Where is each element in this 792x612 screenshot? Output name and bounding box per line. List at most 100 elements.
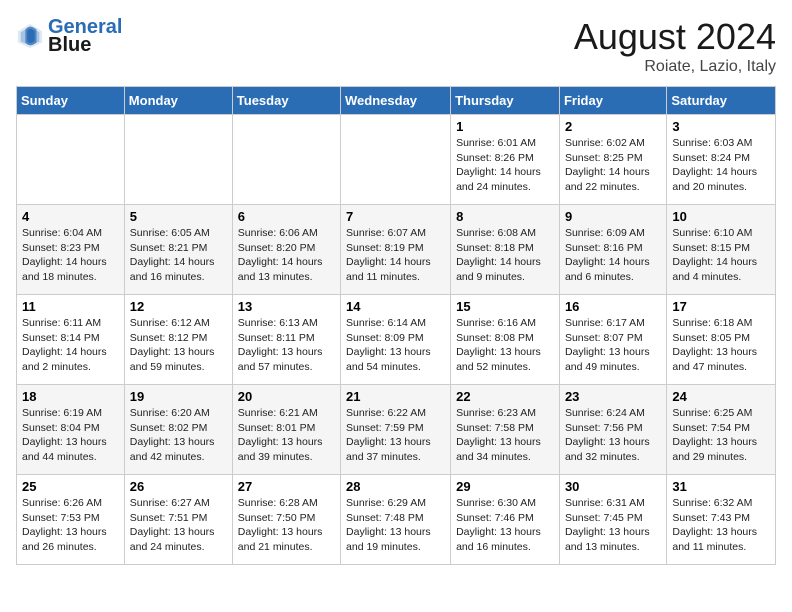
day-number: 15	[456, 299, 554, 314]
calendar-week: 11Sunrise: 6:11 AM Sunset: 8:14 PM Dayli…	[17, 295, 776, 385]
calendar-week: 1Sunrise: 6:01 AM Sunset: 8:26 PM Daylig…	[17, 115, 776, 205]
day-info: Sunrise: 6:27 AM Sunset: 7:51 PM Dayligh…	[130, 496, 227, 555]
day-info: Sunrise: 6:17 AM Sunset: 8:07 PM Dayligh…	[565, 316, 661, 375]
calendar-cell: 20 Sunrise: 6:21 AM Sunset: 8:01 PM Dayli…	[232, 385, 340, 475]
day-info: Sunrise: 6:07 AM Sunset: 8:19 PM Dayligh…	[346, 226, 445, 285]
day-info: Sunrise: 6:21 AM Sunset: 8:01 PM Dayligh…	[238, 406, 335, 465]
day-info: Sunrise: 6:09 AM Sunset: 8:16 PM Dayligh…	[565, 226, 661, 285]
day-number: 10	[672, 209, 770, 224]
day-number: 24	[672, 389, 770, 404]
calendar-cell: 21Sunrise: 6:22 AM Sunset: 7:59 PM Dayli…	[341, 385, 451, 475]
calendar-cell: 14 Sunrise: 6:14 AM Sunset: 8:09 PM Dayli…	[341, 295, 451, 385]
calendar-cell	[341, 115, 451, 205]
calendar-cell: 28 Sunrise: 6:29 AM Sunset: 7:48 PM Dayli…	[341, 475, 451, 565]
day-info: Sunrise: 6:28 AM Sunset: 7:50 PM Dayligh…	[238, 496, 335, 555]
day-info: Sunrise: 6:25 AM Sunset: 7:54 PM Dayligh…	[672, 406, 770, 465]
calendar-subtitle: Roiate, Lazio, Italy	[574, 58, 776, 76]
day-number: 7	[346, 209, 445, 224]
day-info: Sunrise: 6:04 AM Sunset: 8:23 PM Dayligh…	[22, 226, 119, 285]
day-info: Sunrise: 6:31 AM Sunset: 7:45 PM Dayligh…	[565, 496, 661, 555]
title-block: August 2024 Roiate, Lazio, Italy	[574, 16, 776, 76]
day-info: Sunrise: 6:23 AM Sunset: 7:58 PM Dayligh…	[456, 406, 554, 465]
calendar-cell: 17Sunrise: 6:18 AM Sunset: 8:05 PM Dayli…	[667, 295, 776, 385]
calendar-body: 1Sunrise: 6:01 AM Sunset: 8:26 PM Daylig…	[17, 115, 776, 565]
calendar-cell	[17, 115, 125, 205]
day-info: Sunrise: 6:03 AM Sunset: 8:24 PM Dayligh…	[672, 136, 770, 195]
day-info: Sunrise: 6:12 AM Sunset: 8:12 PM Dayligh…	[130, 316, 227, 375]
day-number: 31	[672, 479, 770, 494]
calendar-cell: 22 Sunrise: 6:23 AM Sunset: 7:58 PM Dayli…	[451, 385, 560, 475]
calendar-cell: 15 Sunrise: 6:16 AM Sunset: 8:08 PM Dayli…	[451, 295, 560, 385]
calendar-cell: 23 Sunrise: 6:24 AM Sunset: 7:56 PM Dayli…	[559, 385, 666, 475]
calendar-cell: 18 Sunrise: 6:19 AM Sunset: 8:04 PM Dayli…	[17, 385, 125, 475]
calendar-cell: 24 Sunrise: 6:25 AM Sunset: 7:54 PM Dayli…	[667, 385, 776, 475]
calendar-cell: 3Sunrise: 6:03 AM Sunset: 8:24 PM Daylig…	[667, 115, 776, 205]
day-number: 12	[130, 299, 227, 314]
calendar-cell: 12 Sunrise: 6:12 AM Sunset: 8:12 PM Dayli…	[124, 295, 232, 385]
day-info: Sunrise: 6:14 AM Sunset: 8:09 PM Dayligh…	[346, 316, 445, 375]
weekday-header: Wednesday	[341, 87, 451, 115]
weekday-header: Thursday	[451, 87, 560, 115]
day-info: Sunrise: 6:16 AM Sunset: 8:08 PM Dayligh…	[456, 316, 554, 375]
day-number: 6	[238, 209, 335, 224]
day-info: Sunrise: 6:32 AM Sunset: 7:43 PM Dayligh…	[672, 496, 770, 555]
day-info: Sunrise: 6:10 AM Sunset: 8:15 PM Dayligh…	[672, 226, 770, 285]
day-info: Sunrise: 6:08 AM Sunset: 8:18 PM Dayligh…	[456, 226, 554, 285]
calendar-table: SundayMondayTuesdayWednesdayThursdayFrid…	[16, 86, 776, 565]
calendar-cell: 25Sunrise: 6:26 AM Sunset: 7:53 PM Dayli…	[17, 475, 125, 565]
calendar-cell	[124, 115, 232, 205]
calendar-cell: 31 Sunrise: 6:32 AM Sunset: 7:43 PM Dayli…	[667, 475, 776, 565]
day-number: 27	[238, 479, 335, 494]
day-number: 23	[565, 389, 661, 404]
day-info: Sunrise: 6:29 AM Sunset: 7:48 PM Dayligh…	[346, 496, 445, 555]
day-info: Sunrise: 6:19 AM Sunset: 8:04 PM Dayligh…	[22, 406, 119, 465]
calendar-header: SundayMondayTuesdayWednesdayThursdayFrid…	[17, 87, 776, 115]
calendar-cell: 10 Sunrise: 6:10 AM Sunset: 8:15 PM Dayli…	[667, 205, 776, 295]
calendar-week: 25Sunrise: 6:26 AM Sunset: 7:53 PM Dayli…	[17, 475, 776, 565]
day-number: 21	[346, 389, 445, 404]
day-number: 8	[456, 209, 554, 224]
day-number: 19	[130, 389, 227, 404]
day-info: Sunrise: 6:13 AM Sunset: 8:11 PM Dayligh…	[238, 316, 335, 375]
calendar-cell: 26 Sunrise: 6:27 AM Sunset: 7:51 PM Dayli…	[124, 475, 232, 565]
day-number: 26	[130, 479, 227, 494]
day-number: 18	[22, 389, 119, 404]
calendar-cell: 19 Sunrise: 6:20 AM Sunset: 8:02 PM Dayli…	[124, 385, 232, 475]
day-info: Sunrise: 6:01 AM Sunset: 8:26 PM Dayligh…	[456, 136, 554, 195]
page-header: General Blue August 2024 Roiate, Lazio, …	[16, 16, 776, 76]
day-info: Sunrise: 6:11 AM Sunset: 8:14 PM Dayligh…	[22, 316, 119, 375]
calendar-cell: 13Sunrise: 6:13 AM Sunset: 8:11 PM Dayli…	[232, 295, 340, 385]
calendar-cell	[232, 115, 340, 205]
weekday-header: Saturday	[667, 87, 776, 115]
day-info: Sunrise: 6:20 AM Sunset: 8:02 PM Dayligh…	[130, 406, 227, 465]
day-number: 9	[565, 209, 661, 224]
day-number: 2	[565, 119, 661, 134]
header-row: SundayMondayTuesdayWednesdayThursdayFrid…	[17, 87, 776, 115]
day-number: 14	[346, 299, 445, 314]
calendar-cell: 7 Sunrise: 6:07 AM Sunset: 8:19 PM Daylig…	[341, 205, 451, 295]
day-number: 4	[22, 209, 119, 224]
logo-icon	[16, 22, 44, 50]
calendar-title: August 2024	[574, 16, 776, 58]
calendar-cell: 29Sunrise: 6:30 AM Sunset: 7:46 PM Dayli…	[451, 475, 560, 565]
day-info: Sunrise: 6:24 AM Sunset: 7:56 PM Dayligh…	[565, 406, 661, 465]
day-number: 22	[456, 389, 554, 404]
calendar-cell: 16 Sunrise: 6:17 AM Sunset: 8:07 PM Dayli…	[559, 295, 666, 385]
day-number: 16	[565, 299, 661, 314]
day-info: Sunrise: 6:30 AM Sunset: 7:46 PM Dayligh…	[456, 496, 554, 555]
day-number: 25	[22, 479, 119, 494]
calendar-cell: 27 Sunrise: 6:28 AM Sunset: 7:50 PM Dayli…	[232, 475, 340, 565]
weekday-header: Monday	[124, 87, 232, 115]
day-number: 20	[238, 389, 335, 404]
calendar-cell: 4 Sunrise: 6:04 AM Sunset: 8:23 PM Daylig…	[17, 205, 125, 295]
calendar-cell: 30Sunrise: 6:31 AM Sunset: 7:45 PM Dayli…	[559, 475, 666, 565]
calendar-week: 4 Sunrise: 6:04 AM Sunset: 8:23 PM Daylig…	[17, 205, 776, 295]
day-info: Sunrise: 6:06 AM Sunset: 8:20 PM Dayligh…	[238, 226, 335, 285]
day-number: 17	[672, 299, 770, 314]
calendar-cell: 11Sunrise: 6:11 AM Sunset: 8:14 PM Dayli…	[17, 295, 125, 385]
calendar-cell: 8 Sunrise: 6:08 AM Sunset: 8:18 PM Daylig…	[451, 205, 560, 295]
calendar-cell: 6 Sunrise: 6:06 AM Sunset: 8:20 PM Daylig…	[232, 205, 340, 295]
logo: General Blue	[16, 16, 122, 56]
day-number: 28	[346, 479, 445, 494]
calendar-cell: 2Sunrise: 6:02 AM Sunset: 8:25 PM Daylig…	[559, 115, 666, 205]
